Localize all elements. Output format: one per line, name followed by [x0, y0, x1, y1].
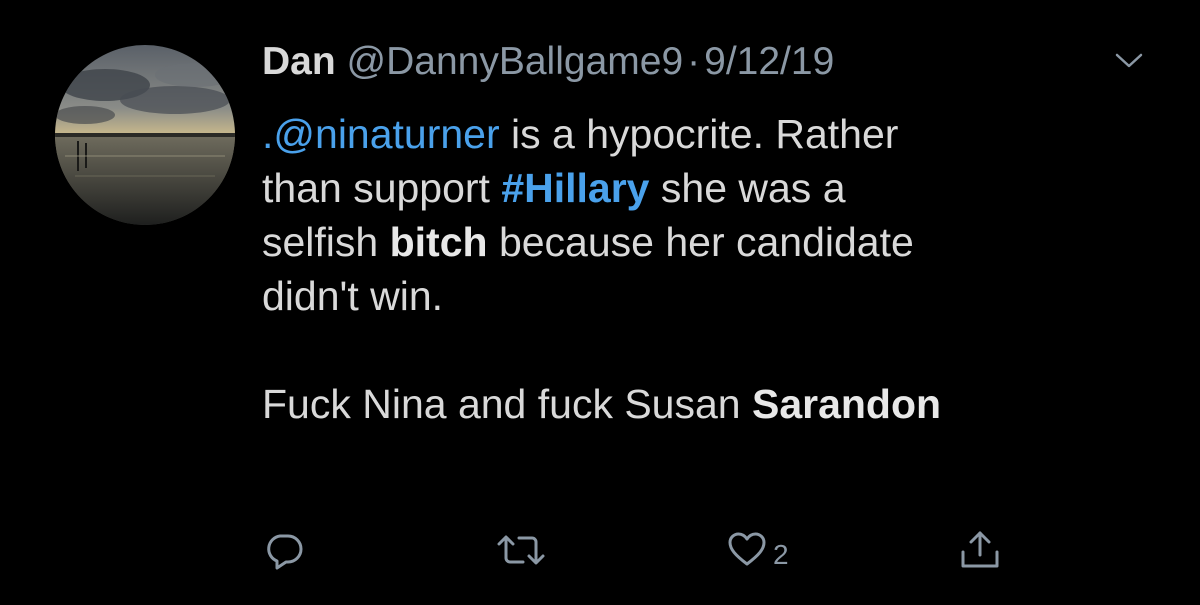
more-options-button[interactable] [1114, 50, 1144, 72]
author-name[interactable]: Dan [262, 40, 336, 83]
avatar[interactable] [55, 45, 235, 225]
tweet-text-segment: because her candidate [487, 219, 914, 265]
tweet-line: Fuck Nina and fuck Susan Sarandon [262, 377, 1162, 431]
tweet-text-segment: she was a [649, 165, 846, 211]
tweet-line: than support #Hillary she was a [262, 161, 1162, 215]
tweet-line: .@ninaturner is a hypocrite. Rather [262, 107, 1162, 161]
tweet-header: Dan @DannyBallgame9 · 9/12/19 [262, 37, 834, 87]
tweet-line: selfish bitch because her candidate [262, 215, 1162, 269]
retweet-button[interactable] [496, 520, 546, 580]
tweet-card[interactable]: Dan @DannyBallgame9 · 9/12/19 .@ninaturner… [0, 0, 1200, 605]
separator-dot: · [687, 40, 701, 83]
action-bar: 2 [0, 520, 1200, 580]
retweet-icon [497, 535, 545, 565]
tweet-date[interactable]: 9/12/19 [704, 40, 834, 83]
tweet-text: .@ninaturner is a hypocrite. Rather than… [262, 107, 1162, 431]
chevron-down-icon [1115, 53, 1143, 68]
heart-icon [728, 532, 766, 566]
tweet-text-segment: selfish [262, 219, 390, 265]
reply-icon [267, 534, 303, 570]
tweet-text-segment: is a hypocrite. Rather [499, 111, 899, 157]
like-count: 2 [773, 539, 789, 570]
hashtag-link[interactable]: #Hillary [501, 165, 649, 211]
avatar-image [55, 45, 235, 225]
bold-word: bitch [389, 219, 488, 265]
like-button[interactable]: 2 [727, 520, 789, 580]
share-button[interactable] [958, 520, 1002, 580]
mention-link[interactable]: .@ninaturner [262, 111, 500, 157]
reply-button[interactable] [262, 520, 306, 580]
bold-word: Sarandon [751, 381, 942, 427]
share-icon [961, 531, 999, 568]
tweet-text-segment: than support [262, 165, 502, 211]
tweet-text-segment: Fuck Nina and fuck Susan [262, 381, 752, 427]
tweet-line: didn't win. [262, 273, 444, 319]
author-handle[interactable]: @DannyBallgame9 [347, 40, 684, 83]
